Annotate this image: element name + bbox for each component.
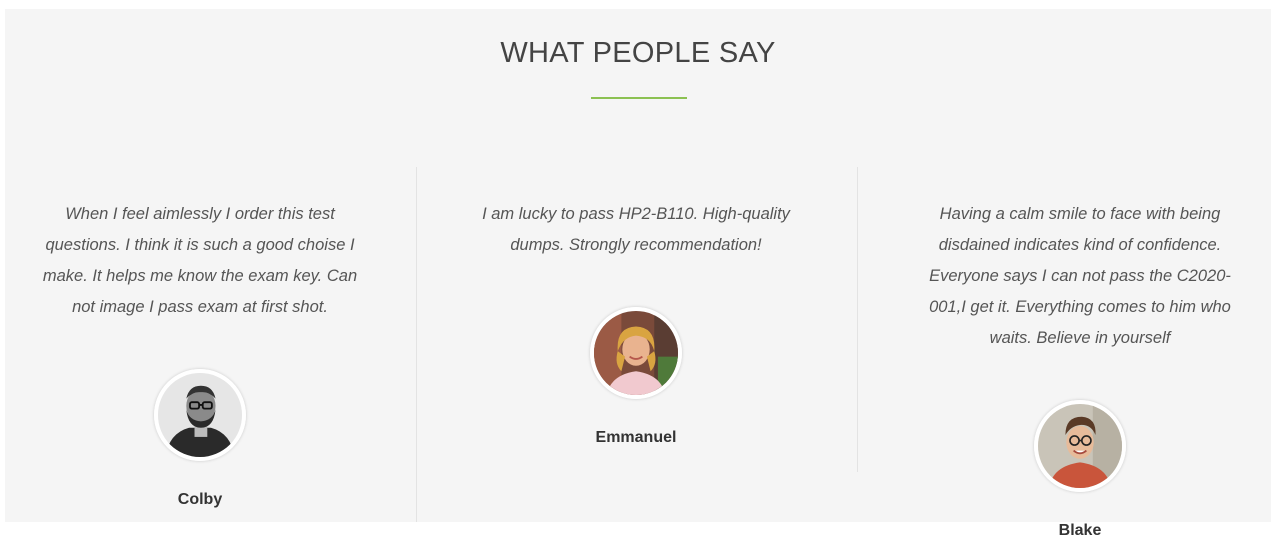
testimonial-name: Colby bbox=[177, 491, 223, 508]
avatar-blake-photo bbox=[1038, 404, 1122, 488]
column-divider bbox=[416, 167, 417, 522]
avatar bbox=[590, 307, 682, 399]
testimonial-card-emmanuel: I am lucky to pass HP2-B110. High-qualit… bbox=[441, 199, 831, 447]
testimonial-card-blake: Having a calm smile to face with being d… bbox=[885, 199, 1275, 540]
title-underline bbox=[591, 97, 687, 99]
avatar-colby-photo bbox=[158, 373, 242, 457]
avatar bbox=[154, 369, 246, 461]
testimonials-section: WHAT PEOPLE SAY When I feel aimlessly I … bbox=[5, 9, 1271, 539]
avatar bbox=[1034, 400, 1126, 492]
testimonial-name: Emmanuel bbox=[595, 429, 677, 446]
testimonial-quote: When I feel aimlessly I order this test … bbox=[42, 205, 358, 316]
testimonial-quote: I am lucky to pass HP2-B110. High-qualit… bbox=[482, 205, 790, 254]
testimonial-name: Blake bbox=[1058, 522, 1102, 539]
avatar-emmanuel-photo bbox=[594, 311, 678, 395]
column-divider bbox=[857, 167, 858, 472]
testimonial-card-colby: When I feel aimlessly I order this test … bbox=[5, 199, 395, 509]
testimonial-quote: Having a calm smile to face with being d… bbox=[929, 205, 1231, 347]
section-title: WHAT PEOPLE SAY bbox=[500, 37, 776, 69]
